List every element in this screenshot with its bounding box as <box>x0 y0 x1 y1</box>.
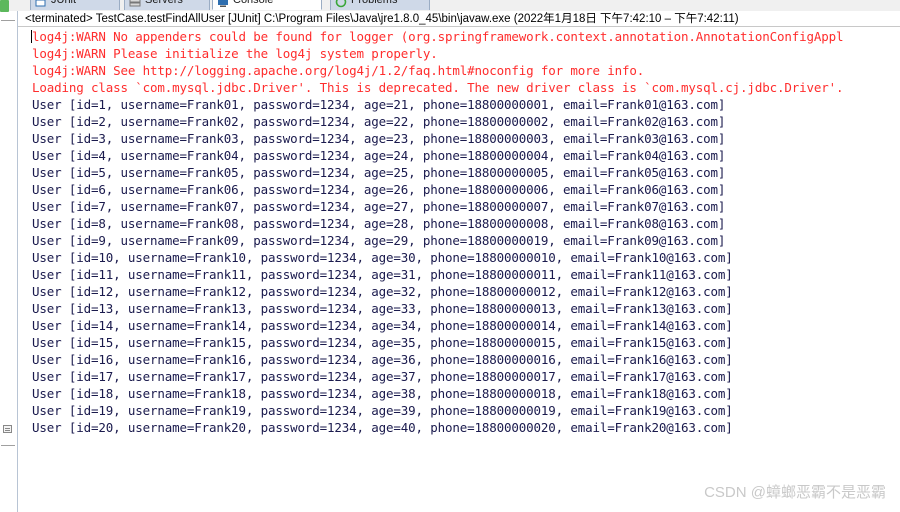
console-line-output: User [id=15, username=Frank15, password=… <box>32 335 733 350</box>
tab-console-label: Console <box>233 0 274 6</box>
console-left-toolbar <box>0 0 17 512</box>
console-line-output: User [id=20, username=Frank20, password=… <box>32 420 733 435</box>
console-line-output: User [id=11, username=Frank11, password=… <box>32 267 733 282</box>
csdn-watermark: CSDN @蟑螂恶霸不是恶霸 <box>704 484 886 501</box>
console-line-error: Loading class `com.mysql.jdbc.Driver'. T… <box>32 80 844 95</box>
console-line-output: User [id=6, username=Frank06, password=1… <box>32 182 726 197</box>
minimize-icon[interactable] <box>3 425 12 433</box>
console-line-output: User [id=4, username=Frank04, password=1… <box>32 148 726 163</box>
tab-problems-label: Problems <box>351 0 398 6</box>
console-line-output: User [id=18, username=Frank18, password=… <box>32 386 733 401</box>
console-line-output: User [id=16, username=Frank16, password=… <box>32 352 733 367</box>
console-line-output: User [id=1, username=Frank01, password=1… <box>32 97 726 112</box>
tab-junit-label: JUnit <box>51 0 77 6</box>
toolbar-divider-bottom <box>1 445 15 446</box>
junit-icon <box>35 0 47 7</box>
console-line-output: User [id=5, username=Frank05, password=1… <box>32 165 726 180</box>
run-green-icon[interactable] <box>0 0 9 12</box>
console-line-output: User [id=7, username=Frank07, password=1… <box>32 199 726 214</box>
tab-problems[interactable]: Problems <box>330 0 430 10</box>
servers-icon <box>129 0 141 7</box>
console-line-output: User [id=9, username=Frank09, password=1… <box>32 233 726 248</box>
console-line-output: User [id=10, username=Frank10, password=… <box>32 250 733 265</box>
tab-console[interactable]: Console <box>212 0 322 10</box>
console-panel: <terminated> TestCase.testFindAllUser [J… <box>17 11 900 512</box>
tab-servers[interactable]: Servers <box>124 0 210 10</box>
console-line-error: log4j:WARN No appenders could be found f… <box>32 29 844 44</box>
console-line-output: User [id=3, username=Frank03, password=1… <box>32 131 726 146</box>
console-line-output: User [id=14, username=Frank14, password=… <box>32 318 733 333</box>
toolbar-divider-top <box>1 20 15 21</box>
console-line-output: User [id=8, username=Frank08, password=1… <box>32 216 726 231</box>
console-line-output: User [id=12, username=Frank12, password=… <box>32 284 733 299</box>
console-line-error: log4j:WARN Please initialize the log4j s… <box>32 46 438 61</box>
console-process-header: <terminated> TestCase.testFindAllUser [J… <box>18 11 900 27</box>
console-output[interactable]: log4j:WARN No appenders could be found f… <box>18 28 900 436</box>
tab-servers-label: Servers <box>145 0 183 6</box>
problems-icon <box>335 0 347 8</box>
console-line-output: User [id=13, username=Frank13, password=… <box>32 301 733 316</box>
console-line-error: log4j:WARN See http://logging.apache.org… <box>32 63 645 78</box>
console-icon <box>217 0 229 7</box>
console-line-output: User [id=2, username=Frank02, password=1… <box>32 114 726 129</box>
console-line-output: User [id=17, username=Frank17, password=… <box>32 369 733 384</box>
console-line-output: User [id=19, username=Frank19, password=… <box>32 403 733 418</box>
tab-junit[interactable]: JUnit <box>30 0 120 10</box>
